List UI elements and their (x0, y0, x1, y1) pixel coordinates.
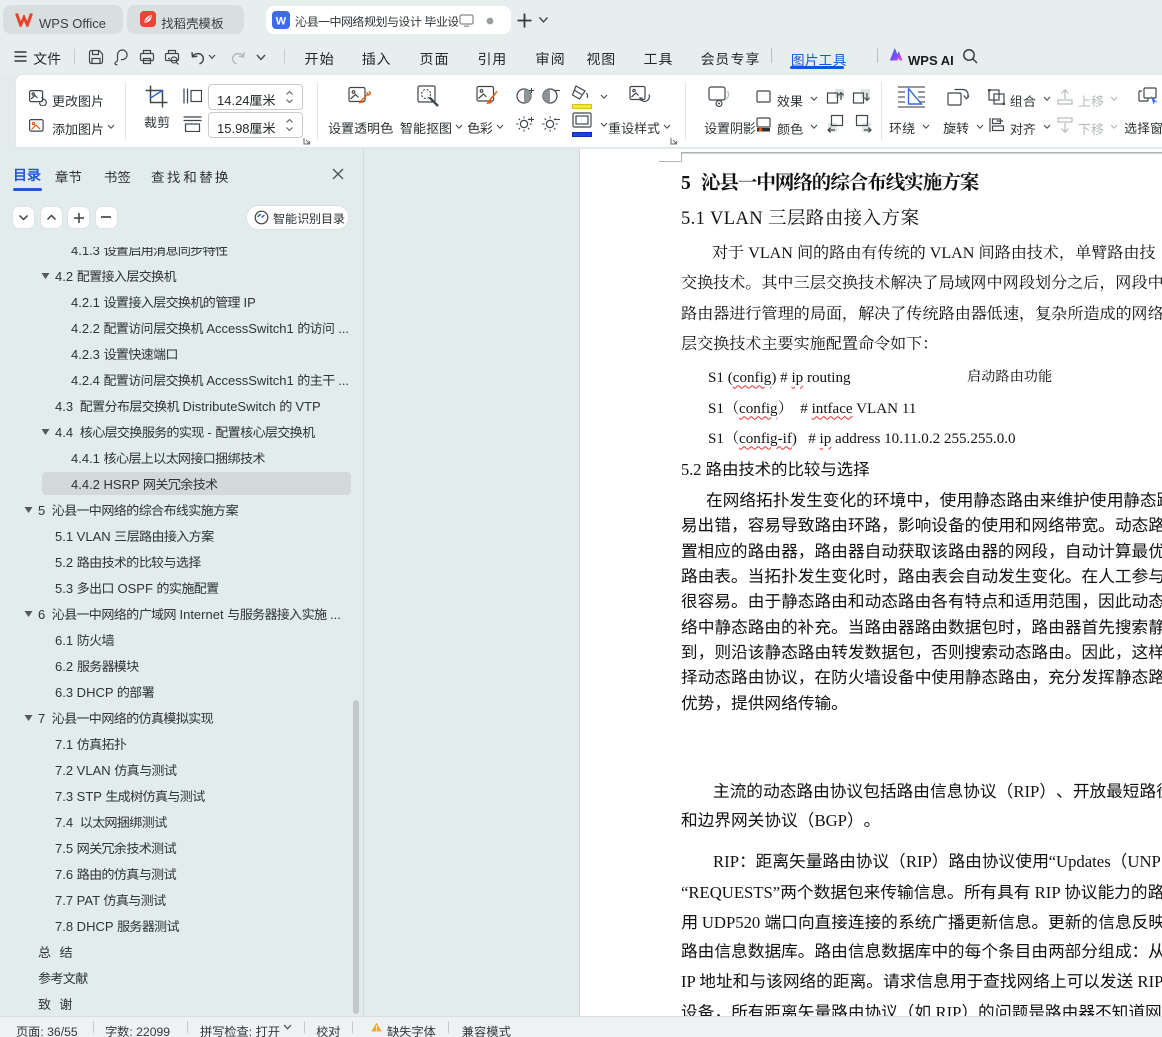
svg-text:W: W (276, 16, 287, 28)
